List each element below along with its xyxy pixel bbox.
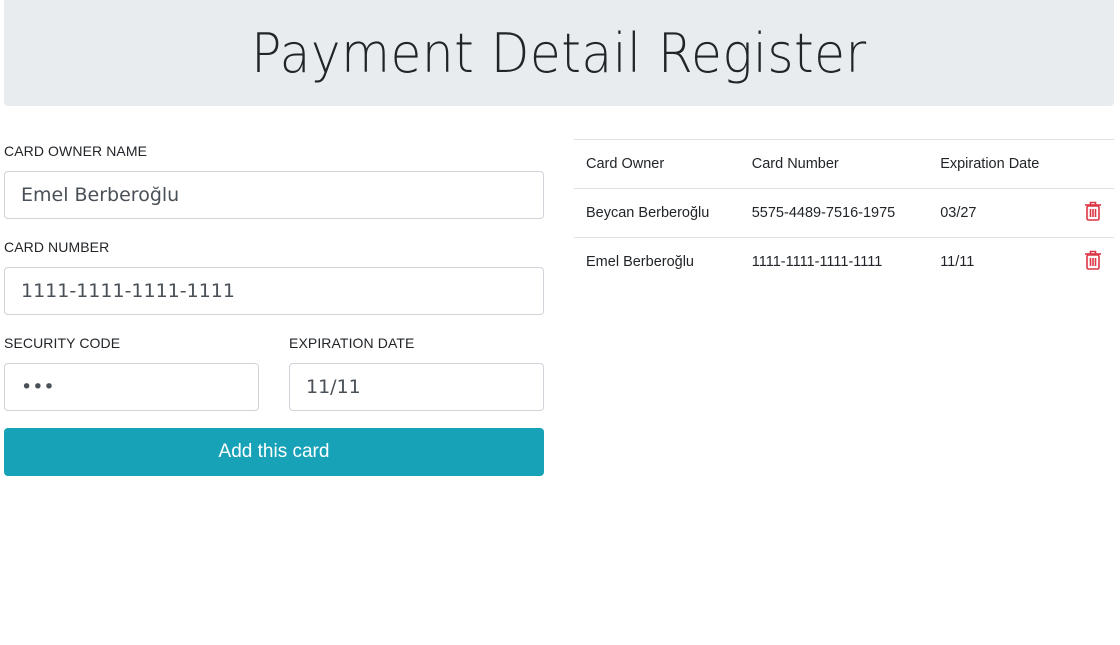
column-header-actions <box>1066 139 1114 189</box>
card-number-input[interactable]: 1111-1111-1111-1111 <box>4 267 544 315</box>
cell-actions <box>1066 237 1114 286</box>
owner-label: CARD OWNER NAME <box>4 143 148 159</box>
cell-actions <box>1066 188 1114 238</box>
page-title: Payment Detail Register <box>251 21 867 85</box>
expiration-date-input[interactable]: 11/11 <box>289 363 544 411</box>
cell-owner: Beycan Berberoğlu <box>574 188 740 238</box>
card-number-label: CARD NUMBER <box>4 239 110 255</box>
security-col: SECURITY CODE ••• <box>4 332 259 428</box>
cards-table: Card Owner Card Number Expiration Date B… <box>574 139 1114 286</box>
security-code-label: SECURITY CODE <box>4 335 121 351</box>
trash-icon[interactable] <box>1084 201 1102 221</box>
expiration-date-label: EXPIRATION DATE <box>289 335 415 351</box>
cell-owner: Emel Berberoğlu <box>574 237 740 286</box>
security-expiration-row: SECURITY CODE ••• EXPIRATION DATE 11/11 <box>4 332 544 428</box>
add-card-button[interactable]: Add this card <box>4 428 544 476</box>
column-header-number: Card Number <box>739 139 929 189</box>
column-header-expiration: Expiration Date <box>928 139 1067 189</box>
expiration-col: EXPIRATION DATE 11/11 <box>289 332 544 428</box>
table-row[interactable]: Beycan Berberoğlu 5575-4489-7516-1975 03… <box>574 188 1114 238</box>
payment-form: CARD OWNER NAME Emel Berberoğlu CARD NUM… <box>4 140 544 476</box>
cards-table-container: Card Owner Card Number Expiration Date B… <box>574 139 1114 286</box>
column-header-owner: Card Owner <box>574 139 740 189</box>
cell-number: 1111-1111-1111-1111 <box>739 237 929 286</box>
security-code-input[interactable]: ••• <box>4 363 259 411</box>
trash-icon[interactable] <box>1084 250 1102 270</box>
cell-expiration: 03/27 <box>928 188 1067 238</box>
cell-expiration: 11/11 <box>928 237 1067 286</box>
table-row[interactable]: Emel Berberoğlu 1111-1111-1111-1111 11/1… <box>574 237 1114 286</box>
table-header-row: Card Owner Card Number Expiration Date <box>574 139 1114 189</box>
cell-number: 5575-4489-7516-1975 <box>739 188 929 238</box>
owner-name-input[interactable]: Emel Berberoğlu <box>4 171 544 219</box>
page-header: Payment Detail Register <box>4 0 1114 106</box>
